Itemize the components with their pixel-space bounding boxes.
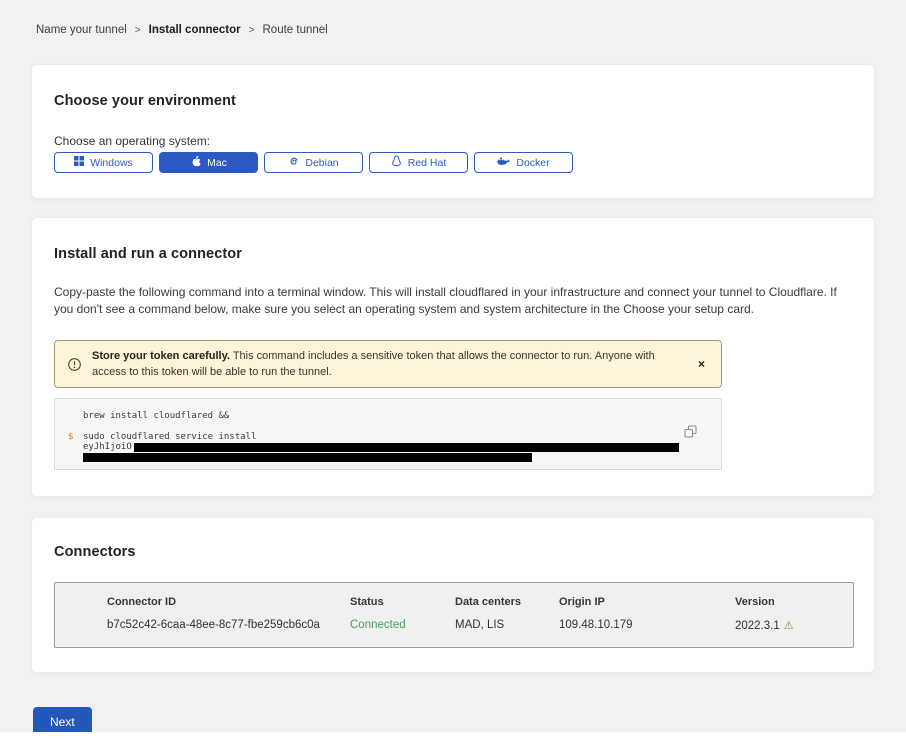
bottom-strip: [0, 732, 906, 740]
col-header-origin-ip: Origin IP: [559, 596, 735, 612]
os-button-label: Mac: [207, 157, 227, 169]
connector-id-value: b7c52c42-6caa-48ee-8c77-fbe259cb6c0a: [107, 619, 350, 635]
alert-circle-icon: [67, 357, 82, 372]
os-button-docker[interactable]: Docker: [474, 152, 573, 173]
connectors-card-title: Connectors: [54, 544, 852, 560]
debian-icon: [288, 156, 299, 170]
breadcrumb: Name your tunnel > Install connector > R…: [0, 0, 906, 36]
environment-card: Choose your environment Choose an operat…: [31, 64, 875, 199]
breadcrumb-route-tunnel[interactable]: Route tunnel: [263, 24, 328, 36]
breadcrumb-install-connector[interactable]: Install connector: [149, 24, 241, 36]
version-value: 2022.3.1⚠: [735, 619, 853, 635]
command-line-2-text: sudo cloudflared service install: [83, 432, 721, 442]
connectors-table: Connector ID Status Data centers Origin …: [54, 582, 854, 648]
os-button-debian[interactable]: Debian: [264, 152, 363, 173]
breadcrumb-separator: >: [249, 25, 255, 36]
os-button-label: Debian: [305, 157, 338, 169]
close-icon[interactable]: ×: [692, 356, 711, 372]
command-line-2: sudo cloudflared service install eyJhIjo…: [83, 432, 721, 465]
install-command-code-block: $ brew install cloudflared && sudo cloud…: [54, 398, 722, 470]
os-button-label: Red Hat: [408, 157, 447, 169]
os-button-redhat[interactable]: Red Hat: [369, 152, 468, 173]
data-centers-value: MAD, LIS: [455, 619, 559, 635]
col-header-connector-id: Connector ID: [107, 596, 350, 612]
copy-icon[interactable]: [682, 423, 699, 443]
install-description: Copy-paste the following command into a …: [54, 284, 849, 318]
redaction-bar: [83, 453, 532, 462]
breadcrumb-separator: >: [135, 25, 141, 36]
os-button-label: Windows: [90, 157, 133, 169]
apple-icon: [190, 155, 201, 171]
windows-icon: [74, 156, 84, 169]
environment-card-title: Choose your environment: [54, 93, 852, 109]
col-header-data-centers: Data centers: [455, 596, 559, 612]
breadcrumb-name-your-tunnel[interactable]: Name your tunnel: [36, 24, 127, 36]
col-header-status: Status: [350, 596, 455, 612]
origin-ip-value: 109.48.10.179: [559, 619, 735, 635]
redhat-icon: [391, 155, 402, 170]
os-select-label: Choose an operating system:: [54, 134, 852, 148]
token-warning-text: Store your token carefully. This command…: [92, 348, 692, 380]
os-button-mac[interactable]: Mac: [159, 152, 258, 173]
command-line-1: brew install cloudflared &&: [83, 411, 721, 421]
status-badge: Connected: [350, 619, 455, 635]
connectors-card: Connectors Connector ID Status Data cent…: [31, 517, 875, 673]
token-line: eyJhIjoiO: [83, 442, 721, 452]
version-warning-icon: ⚠: [784, 620, 794, 632]
token-warning-title: Store your token carefully.: [92, 350, 230, 362]
docker-icon: [497, 156, 510, 170]
token-prefix: eyJhIjoiO: [83, 442, 132, 452]
page: Name your tunnel > Install connector > R…: [0, 0, 906, 740]
shell-prompt: $: [68, 432, 73, 442]
col-header-version: Version: [735, 596, 853, 612]
os-button-group: Windows Mac Debian: [54, 152, 852, 173]
redaction-bar: [134, 443, 679, 452]
install-card: Install and run a connector Copy-paste t…: [31, 217, 875, 497]
token-warning-banner: Store your token carefully. This command…: [54, 340, 722, 388]
install-card-title: Install and run a connector: [54, 246, 852, 262]
os-button-windows[interactable]: Windows: [54, 152, 153, 173]
os-button-label: Docker: [516, 157, 549, 169]
